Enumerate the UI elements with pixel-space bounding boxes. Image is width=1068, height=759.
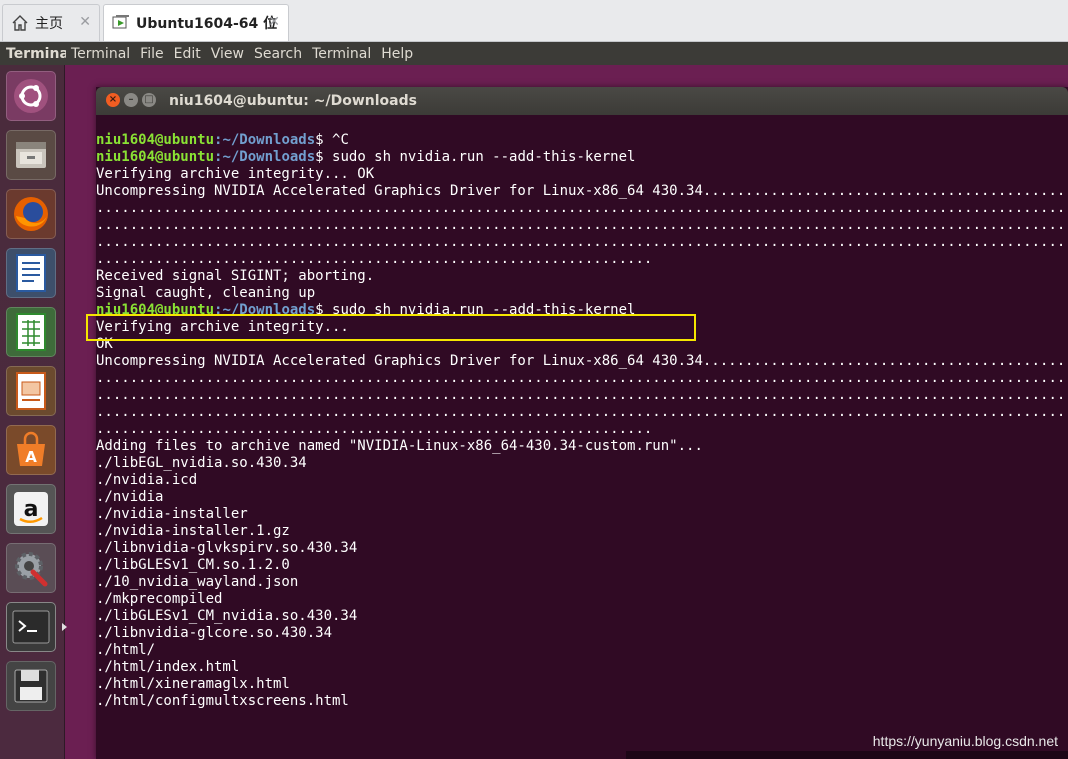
output-line: ./libnvidia-glcore.so.430.34 — [96, 625, 333, 641]
svg-text:A: A — [25, 448, 37, 466]
window-minimize-button[interactable]: – — [124, 93, 138, 107]
watermark: https://yunyaniu.blog.csdn.net — [872, 733, 1058, 749]
window-title: niu1604@ubuntu: ~/Downloads — [169, 93, 417, 109]
output-line: OK — [96, 336, 113, 352]
close-icon[interactable]: ✕ — [268, 14, 280, 30]
window-close-button[interactable]: × — [106, 93, 120, 107]
host-tab-home[interactable]: 主页 ✕ — [2, 4, 100, 41]
output-line: Received signal SIGINT; aborting. — [96, 268, 375, 284]
home-icon — [11, 14, 29, 32]
output-line: ........................................… — [96, 421, 653, 437]
prompt-line: niu1604@ubuntu:~/Downloads$ ^C — [96, 132, 1068, 149]
output-line: ./html/xineramaglx.html — [96, 676, 290, 692]
output-line: ./html/configmultxscreens.html — [96, 693, 349, 709]
prompt-command: $ sudo sh nvidia.run --add-this-kernel — [315, 149, 636, 165]
terminal-titlebar: × – □ niu1604@ubuntu: ~/Downloads — [96, 87, 1068, 115]
menu-file[interactable]: File — [135, 46, 168, 62]
output-line: Uncompressing NVIDIA Accelerated Graphic… — [96, 183, 1068, 199]
bottom-strip — [626, 751, 1068, 759]
terminal-output[interactable]: niu1604@ubuntu:~/Downloads$ ^C niu1604@ub… — [96, 132, 1068, 759]
firefox-icon[interactable] — [6, 189, 56, 239]
menu-edit[interactable]: Edit — [169, 46, 206, 62]
prompt-user: niu1604@ubuntu — [96, 132, 215, 148]
output-line: ........................................… — [96, 370, 1068, 386]
prompt-line: niu1604@ubuntu:~/Downloads$ sudo sh nvid… — [96, 149, 1068, 166]
output-line: ./libGLESv1_CM.so.1.2.0 — [96, 557, 290, 573]
host-tab-strip: 主页 ✕ Ubuntu1604-64 位 ✕ — [0, 0, 1068, 42]
prompt-command: $ ^C — [315, 132, 349, 148]
menu-view[interactable]: View — [206, 46, 249, 62]
host-tab-label: 主页 — [35, 16, 63, 32]
output-line: Uncompressing NVIDIA Accelerated Graphic… — [96, 353, 1068, 369]
output-line: ........................................… — [96, 234, 1068, 250]
terminal-window: × – □ niu1604@ubuntu: ~/Downloads niu160… — [96, 87, 1068, 759]
writer-icon[interactable] — [6, 248, 56, 298]
output-line: ./libGLESv1_CM_nvidia.so.430.34 — [96, 608, 358, 624]
menu-terminal-2[interactable]: Terminal — [307, 46, 376, 62]
output-line: ./html/index.html — [96, 659, 240, 675]
svg-text:a: a — [24, 497, 39, 522]
system-settings-icon[interactable] — [6, 543, 56, 593]
output-line: ........................................… — [96, 251, 653, 267]
output-line: Verifying archive integrity... OK — [96, 166, 375, 182]
output-line: ./nvidia-installer.1.gz — [96, 523, 290, 539]
menu-search[interactable]: Search — [249, 46, 307, 62]
output-line: ./libnvidia-glvkspirv.so.430.34 — [96, 540, 358, 556]
prompt-path: :~/Downloads — [214, 149, 316, 165]
output-line: ./nvidia — [96, 489, 164, 505]
vm-icon — [112, 14, 130, 32]
prompt-user: niu1604@ubuntu — [96, 302, 215, 318]
prompt-command: $ sudo sh nvidia.run --add-this-kernel — [315, 302, 636, 318]
ubuntu-dash-icon[interactable] — [6, 71, 56, 121]
prompt-user: niu1604@ubuntu — [96, 149, 215, 165]
window-maximize-button[interactable]: □ — [142, 93, 156, 107]
calc-icon[interactable] — [6, 307, 56, 357]
top-menu-bar: Terminal Terminal File Edit View Search … — [0, 42, 1068, 65]
output-line: ./mkprecompiled — [96, 591, 223, 607]
prompt-path: :~/Downloads — [214, 132, 316, 148]
terminal-icon[interactable] — [6, 602, 67, 652]
app-name: Terminal — [6, 45, 66, 62]
launcher: A a — [0, 65, 67, 759]
output-line: ./10_nvidia_wayland.json — [96, 574, 299, 590]
output-line: ./nvidia.icd — [96, 472, 198, 488]
menu-terminal[interactable]: Terminal — [66, 46, 135, 62]
output-line: ./html/ — [96, 642, 156, 658]
impress-icon[interactable] — [6, 366, 56, 416]
output-line: Adding files to archive named "NVIDIA-Li… — [96, 438, 703, 454]
output-line: Signal caught, cleaning up — [96, 285, 316, 301]
output-line: ........................................… — [96, 404, 1068, 420]
files-icon[interactable] — [6, 130, 56, 180]
active-indicator — [62, 623, 67, 631]
host-tab-label: Ubuntu1604-64 位 — [136, 16, 278, 32]
prompt-line: niu1604@ubuntu:~/Downloads$ sudo sh nvid… — [96, 302, 1068, 319]
prompt-path: :~/Downloads — [214, 302, 316, 318]
menu-help[interactable]: Help — [376, 46, 418, 62]
output-line: ........................................… — [96, 200, 1068, 216]
save-disk-icon[interactable] — [6, 661, 56, 711]
output-line: Verifying archive integrity... — [96, 319, 349, 335]
output-line: ./libEGL_nvidia.so.430.34 — [96, 455, 307, 471]
close-icon[interactable]: ✕ — [79, 14, 91, 30]
output-line: ........................................… — [96, 217, 1068, 233]
output-line: ........................................… — [96, 387, 1068, 403]
software-center-icon[interactable]: A — [6, 425, 56, 475]
output-line: ./nvidia-installer — [96, 506, 248, 522]
host-tab-vm[interactable]: Ubuntu1604-64 位 ✕ — [103, 4, 289, 41]
amazon-icon[interactable]: a — [6, 484, 56, 534]
